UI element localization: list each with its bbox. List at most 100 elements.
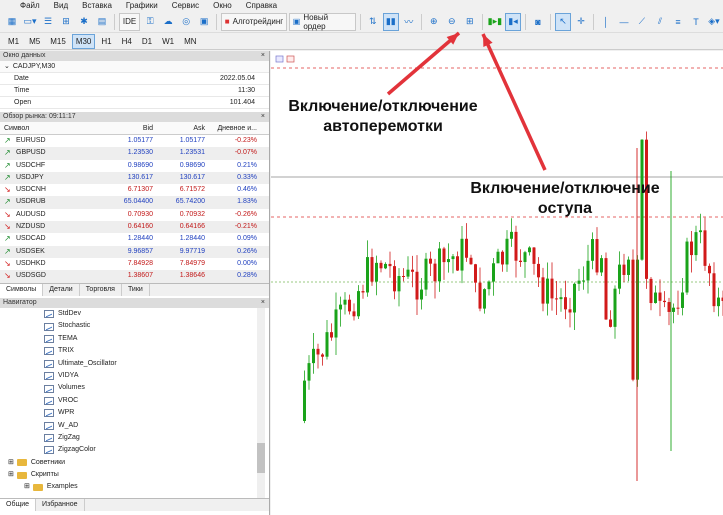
menu-item[interactable]: Графики [119,0,165,11]
folder-name: Скрипты [30,471,59,479]
lock-icon[interactable]: ⚿ [142,13,158,31]
channel-icon[interactable]: ⫽ [652,13,668,31]
navigator-indicator[interactable]: W_AD [0,420,269,432]
scroll-thumb[interactable] [257,443,265,473]
tile-windows-icon[interactable]: ⊞ [462,13,478,31]
fibo-icon[interactable]: ≡ [670,13,686,31]
timeframe-button[interactable]: M30 [71,33,96,49]
navigator-indicator[interactable]: Stochastic [0,320,269,332]
market-watch-row[interactable]: ↗ USDCHF 0.98690 0.98690 0.21% [0,160,269,172]
navigator-tab[interactable]: Избранное [36,499,85,511]
navigator-indicator[interactable]: TRIX [0,345,269,357]
navigator-indicator[interactable]: VROC [0,395,269,407]
navigator-icon[interactable]: ✱ [76,13,92,31]
navigator-indicator[interactable]: Volumes [0,382,269,394]
ask-value: 7.84979 [179,259,205,267]
market-watch-column-header[interactable]: Дневное и... [205,122,259,134]
timeframe-button[interactable]: D1 [138,34,156,49]
navigator-indicator[interactable]: StdDev [0,308,269,320]
navigator-folder[interactable]: ⊞ Советники [0,457,269,469]
cloud-icon[interactable]: ☁ [160,13,176,31]
close-icon[interactable]: × [261,51,265,61]
market-watch-row[interactable]: ↘ USDSGD 1.38607 1.38646 0.28% [0,270,269,283]
menu-item[interactable]: Вставка [75,0,119,11]
vps-icon[interactable]: ▣ [196,13,212,31]
trade-history-icon[interactable]: ⇅ [365,13,381,31]
line-chart-icon[interactable]: 〰 [401,13,417,31]
navigator-indicator[interactable]: TEMA [0,333,269,345]
symbol-name: USDCHF [16,161,46,169]
text-icon[interactable]: T [688,13,704,31]
ask-value: 9.97719 [179,247,205,255]
market-watch-tab[interactable]: Тики [122,284,150,296]
navigator-scrollbar[interactable] [257,308,265,498]
bid-value: 9.96857 [127,247,153,255]
navigator-indicator[interactable]: Ultimate_Oscillator [0,358,269,370]
market-watch-column-header[interactable]: Bid [80,122,155,134]
timeframe-button[interactable]: MN [180,34,200,49]
horizontal-line-icon[interactable]: — [616,13,632,31]
menu-item[interactable]: Файл [0,0,47,11]
candles-icon[interactable]: ▮▮ [382,12,399,31]
market-watch-row[interactable]: ↘ AUDUSD 0.70930 0.70932 -0.26% [0,209,269,221]
timeframe-button[interactable]: M5 [25,34,44,49]
market-watch-row[interactable]: ↗ USDSEK 9.96857 9.97719 0.26% [0,245,269,258]
new-order-button[interactable]: ▣ Новый ордер [288,12,356,31]
market-watch-column-header[interactable]: Символ [0,122,80,134]
market-watch-row[interactable]: ↗ USDRUB 65.04400 65.74200 1.83% [0,196,269,209]
expand-icon[interactable]: ⊞ [24,481,30,493]
market-watch-tab[interactable]: Символы [0,284,44,296]
zoom-out-icon[interactable]: ⊖ [444,13,460,31]
candle-body [564,297,567,310]
chevron-down-icon[interactable]: ⌄ [4,61,10,72]
screenshot-icon[interactable]: ◙ [530,13,546,31]
timeframe-button[interactable]: H4 [118,34,136,49]
crosshair-icon[interactable]: ✛ [573,13,589,31]
navigator-indicator[interactable]: ZigzagColor [0,444,269,456]
timeframe-button[interactable]: M15 [46,34,70,49]
menu-item[interactable]: Сервис [165,0,206,11]
market-watch-row[interactable]: ↘ NZDUSD 0.64160 0.64166 -0.21% [0,221,269,234]
expand-icon[interactable]: ⊞ [8,457,14,469]
market-watch-row[interactable]: ↗ USDJPY 130.617 130.617 0.33% [0,171,269,185]
market-watch-row[interactable]: ↗ EURUSD 1.05177 1.05177 -0.23% [0,135,269,147]
timeframe-button[interactable]: M1 [4,34,23,49]
market-watch-tab[interactable]: Детали [43,284,80,296]
zoom-in-icon[interactable]: ⊕ [426,13,442,31]
menu-item[interactable]: Окно [206,0,239,11]
terminal-icon[interactable]: ▤ [94,13,110,31]
market-watch-row[interactable]: ↗ USDCAD 1.28440 1.28440 0.09% [0,233,269,245]
autoscroll-icon[interactable]: ▮▸▮ [487,13,503,31]
navigator-tab[interactable]: Общие [0,499,37,511]
ide-button[interactable]: IDE [118,12,141,31]
new-chart-icon[interactable]: ▦ [4,13,20,31]
menu-item[interactable]: Вид [47,0,75,11]
daily-change-value: 0.00% [237,259,257,267]
navigator-folder[interactable]: ⊞ Examples [0,481,269,493]
market-watch-row[interactable]: ↘ USDHKD 7.84928 7.84979 0.00% [0,258,269,270]
vertical-line-icon[interactable]: │ [598,13,614,31]
expand-icon[interactable]: ⊞ [8,469,14,481]
algotrading-button[interactable]: ■ Алготрейдинг [221,12,287,31]
timeframe-button[interactable]: H1 [97,34,115,49]
shapes-icon[interactable]: ◈▾ [706,13,722,31]
market-watch-icon[interactable]: ☰ [40,13,56,31]
cursor-icon[interactable]: ↖ [554,12,571,31]
navigator-indicator[interactable]: WPR [0,407,269,419]
navigator-indicator[interactable]: ZigZag [0,432,269,444]
chart-shift-icon[interactable]: ▮◂ [505,12,521,31]
close-icon[interactable]: × [261,112,265,122]
trendline-icon[interactable]: ⟋ [634,13,650,31]
close-icon[interactable]: × [261,298,265,308]
data-window-icon[interactable]: ⊞ [58,13,74,31]
market-watch-tab[interactable]: Торговля [80,284,122,296]
market-watch-row[interactable]: ↗ GBPUSD 1.23530 1.23531 -0.07% [0,147,269,160]
profiles-icon[interactable]: ▭▾ [22,13,38,31]
navigator-folder[interactable]: ⊞ Скрипты [0,469,269,481]
signals-icon[interactable]: ◎ [178,13,194,31]
timeframe-button[interactable]: W1 [158,34,178,49]
market-watch-row[interactable]: ↘ USDCNH 6.71307 6.71572 0.46% [0,184,269,196]
market-watch-column-header[interactable]: Ask [155,122,205,134]
menu-item[interactable]: Справка [239,0,284,11]
navigator-indicator[interactable]: VIDYA [0,370,269,382]
